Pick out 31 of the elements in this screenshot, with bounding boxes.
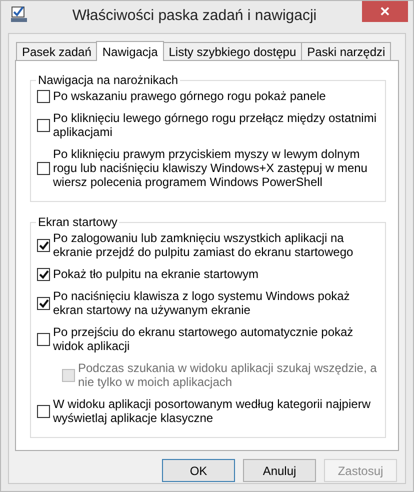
checkbox-label: Po zalogowaniu lub zamknięciu wszystkich aplikacji na ekranie przejdź do pulpitu zamiast do ekranu startowego <box>53 231 354 259</box>
tab[interactable]: Paski narzędzi <box>301 42 392 60</box>
dialog-button[interactable]: OK <box>162 459 235 482</box>
check-icon <box>38 270 48 278</box>
checkbox-label: Po kliknięciu lewego górnego rogu przełącz między ostatnimi aplikacjami <box>53 111 377 139</box>
checkbox-label: Po wskazaniu prawego górnego rogu pokaż panele <box>53 89 326 103</box>
tab[interactable]: Pasek zadań <box>16 42 98 60</box>
window-title: Właściwości paska zadań i nawigacji <box>71 7 318 24</box>
checkbox-label: Po przejściu do ekranu startowego automatycznie pokaż widok aplikacji <box>53 325 354 353</box>
check-icon <box>38 240 48 250</box>
checkbox[interactable] <box>37 332 50 346</box>
check-icon <box>38 298 48 308</box>
checkbox[interactable] <box>37 268 50 280</box>
checkbox[interactable] <box>37 404 50 418</box>
group-title: Ekran startowy <box>37 215 118 229</box>
checkbox[interactable] <box>37 238 50 252</box>
checkbox[interactable] <box>37 118 50 132</box>
checkbox-label: Pokaż tło pulpitu na ekranie startowym <box>53 267 258 281</box>
checkbox[interactable] <box>37 90 50 102</box>
checkbox[interactable] <box>37 162 50 174</box>
close-button[interactable]: ✕ <box>362 1 408 22</box>
group-title: Nawigacja na narożnikach <box>37 73 180 87</box>
tab[interactable]: Listy szybkiego dostępu <box>162 42 302 60</box>
dialog-button[interactable]: Anuluj <box>243 459 316 482</box>
checkbox-label: Po naciśnięciu klawisza z logo systemu Windows pokaż ekran startowy na używanym ekranie <box>53 289 351 317</box>
checkbox[interactable] <box>37 296 50 310</box>
tab[interactable]: Nawigacja <box>96 41 164 61</box>
checkbox-app-icon <box>11 6 27 22</box>
checkbox-label: Podczas szukania w widoku aplikacji szukaj wszędzie, a nie tylko w moich aplikacjach <box>78 361 377 389</box>
checkbox-label: W widoku aplikacji posortowanym według kategorii najpierw wyświetlaj aplikacje klasyczne <box>53 397 372 425</box>
checkbox-label: Po kliknięciu prawym przyciskiem myszy w lewym dolnym rogu lub naciśnięciu klawiszy Windows+X zastępuj w menu wiersz polecenia programem Windows PowerShell <box>53 147 368 189</box>
